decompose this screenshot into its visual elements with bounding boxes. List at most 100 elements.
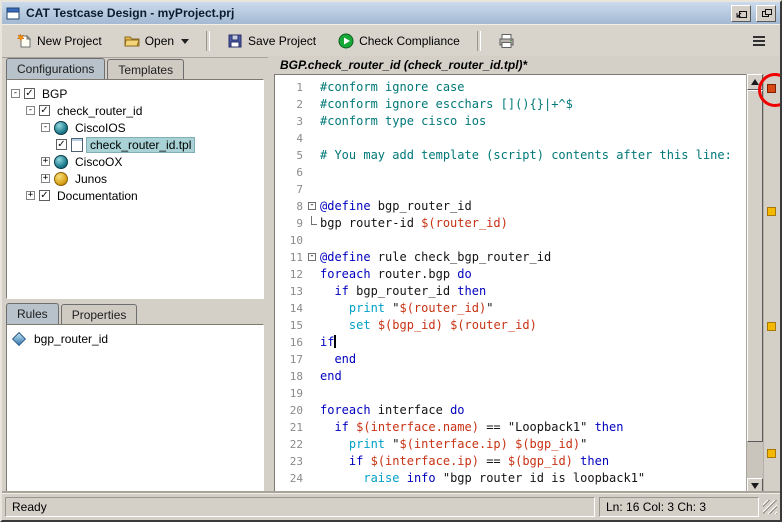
tree-node[interactable]: -✓ check_router_id — [7, 102, 263, 119]
expand-icon[interactable]: + — [26, 191, 35, 200]
code-line[interactable]: 24 raise info "bgp router id is loopback… — [275, 470, 746, 487]
tree-node-label[interactable]: Junos — [72, 172, 110, 186]
open-button[interactable]: Open — [116, 28, 197, 54]
code-line[interactable]: 11-@define rule check_bgp_router_id — [275, 249, 746, 266]
save-project-button[interactable]: Save Project — [219, 28, 324, 54]
code-line[interactable]: 19 — [275, 385, 746, 402]
tree-checkbox[interactable]: ✓ — [39, 190, 50, 201]
editor-vertical-scrollbar[interactable] — [746, 74, 764, 494]
tree-checkbox[interactable]: ✓ — [56, 139, 67, 150]
fold-margin — [307, 283, 320, 300]
rule-label[interactable]: bgp_router_id — [31, 332, 111, 346]
warning-marker[interactable] — [767, 449, 776, 458]
code-line[interactable]: 21 if $(interface.name) == "Loopback1" t… — [275, 419, 746, 436]
left-tab-row: Configurations Templates — [6, 58, 264, 79]
line-number: 8 — [275, 198, 307, 215]
fold-margin[interactable]: - — [307, 198, 320, 215]
collapse-icon[interactable]: - — [26, 106, 35, 115]
toolbar-menu-button[interactable] — [744, 28, 774, 54]
tree-node-label[interactable]: Documentation — [54, 189, 141, 203]
code-text: end — [320, 368, 746, 385]
fold-margin — [307, 266, 320, 283]
tree-node-label[interactable]: check_router_id.tpl — [87, 138, 194, 152]
expand-icon[interactable]: + — [41, 174, 50, 183]
title-bar[interactable]: CAT Testcase Design - myProject.prj — [2, 2, 780, 25]
float-window-button[interactable] — [731, 5, 751, 22]
resize-grip[interactable] — [763, 500, 777, 514]
code-line[interactable]: 16if — [275, 334, 746, 351]
collapse-icon[interactable]: - — [41, 123, 50, 132]
code-line[interactable]: 18end — [275, 368, 746, 385]
tree-checkbox[interactable]: ✓ — [24, 88, 35, 99]
fold-margin — [307, 232, 320, 249]
code-line[interactable]: 2#conform ignore escchars [](){}|+^$ — [275, 96, 746, 113]
code-line[interactable]: 15 set $(bgp_id) $(router_id) — [275, 317, 746, 334]
tab-rules[interactable]: Rules — [6, 303, 59, 324]
error-stripe[interactable] — [763, 74, 780, 494]
fold-margin — [307, 453, 320, 470]
maximize-window-button[interactable] — [756, 5, 776, 22]
code-line[interactable]: 4 — [275, 130, 746, 147]
tree-node[interactable]: -✓ BGP — [7, 85, 263, 102]
tree-node-label[interactable]: BGP — [39, 87, 70, 101]
code-line[interactable]: 1#conform ignore case — [275, 79, 746, 96]
code-text: bgp router-id $(router_id) — [320, 215, 746, 232]
code-line[interactable]: 13 if bgp_router_id then — [275, 283, 746, 300]
tab-configurations[interactable]: Configurations — [6, 58, 105, 79]
tree-node[interactable]: - CiscoIOS — [7, 119, 263, 136]
check-compliance-button[interactable]: Check Compliance — [330, 28, 468, 54]
scrollbar-thumb[interactable] — [747, 90, 763, 442]
code-text: foreach interface do — [320, 402, 746, 419]
tree-node-label[interactable]: CiscoIOS — [72, 121, 129, 135]
code-line[interactable]: 9bgp router-id $(router_id) — [275, 215, 746, 232]
collapse-icon[interactable]: - — [11, 89, 20, 98]
new-project-label: New Project — [37, 34, 102, 48]
expand-icon[interactable]: + — [41, 157, 50, 166]
code-line[interactable]: 10 — [275, 232, 746, 249]
tree-node[interactable]: + CiscoOX — [7, 153, 263, 170]
warning-marker[interactable] — [767, 322, 776, 331]
globe-yellow-icon — [54, 172, 68, 186]
new-project-button[interactable]: New Project — [8, 28, 110, 54]
tree-node[interactable]: ✓ check_router_id.tpl — [7, 136, 263, 153]
code-line[interactable]: 20foreach interface do — [275, 402, 746, 419]
code-area[interactable]: 1#conform ignore case2#conform ignore es… — [274, 74, 747, 494]
code-line[interactable]: 3#conform type cisco ios — [275, 113, 746, 130]
code-line[interactable]: 14 print "$(router_id)" — [275, 300, 746, 317]
code-text: @define bgp_router_id — [320, 198, 746, 215]
code-line[interactable]: 7 — [275, 181, 746, 198]
line-number: 3 — [275, 113, 307, 130]
error-marker[interactable] — [767, 84, 776, 93]
code-line[interactable]: 23 if $(interface.ip) == $(bgp_id) then — [275, 453, 746, 470]
tree-node-label[interactable]: CiscoOX — [72, 155, 125, 169]
code-text: #conform ignore case — [320, 79, 746, 96]
code-text: print "$(interface.ip) $(bgp_id)" — [320, 436, 746, 453]
fold-margin — [307, 334, 320, 351]
code-line[interactable]: 5# You may add template (script) content… — [275, 147, 746, 164]
print-button[interactable] — [490, 28, 523, 54]
scroll-down-button[interactable] — [747, 478, 763, 494]
code-line[interactable]: 22 print "$(interface.ip) $(bgp_id)" — [275, 436, 746, 453]
fold-collapse-icon[interactable]: - — [308, 202, 316, 210]
tree-node[interactable]: + Junos — [7, 170, 263, 187]
tree-node-label[interactable]: check_router_id — [54, 104, 145, 118]
warning-marker[interactable] — [767, 207, 776, 216]
printer-icon — [498, 33, 515, 49]
code-line[interactable]: 6 — [275, 164, 746, 181]
line-number: 11 — [275, 249, 307, 266]
code-line[interactable]: 8-@define bgp_router_id — [275, 198, 746, 215]
fold-margin[interactable]: - — [307, 249, 320, 266]
code-line[interactable]: 12foreach router.bgp do — [275, 266, 746, 283]
code-line[interactable]: 17 end — [275, 351, 746, 368]
app-icon — [6, 6, 21, 21]
tree-node[interactable]: + ✓ Documentation — [7, 187, 263, 204]
configuration-tree-panel: -✓BGP-✓check_router_id-CiscoIOS✓check_ro… — [6, 79, 264, 299]
tab-templates[interactable]: Templates — [107, 59, 184, 79]
tab-properties[interactable]: Properties — [61, 304, 138, 324]
scroll-up-button[interactable] — [747, 74, 763, 90]
line-number: 12 — [275, 266, 307, 283]
line-number: 5 — [275, 147, 307, 164]
tree-checkbox[interactable]: ✓ — [39, 105, 50, 116]
rule-item[interactable]: bgp_router_id — [7, 330, 263, 347]
fold-collapse-icon[interactable]: - — [308, 253, 316, 261]
